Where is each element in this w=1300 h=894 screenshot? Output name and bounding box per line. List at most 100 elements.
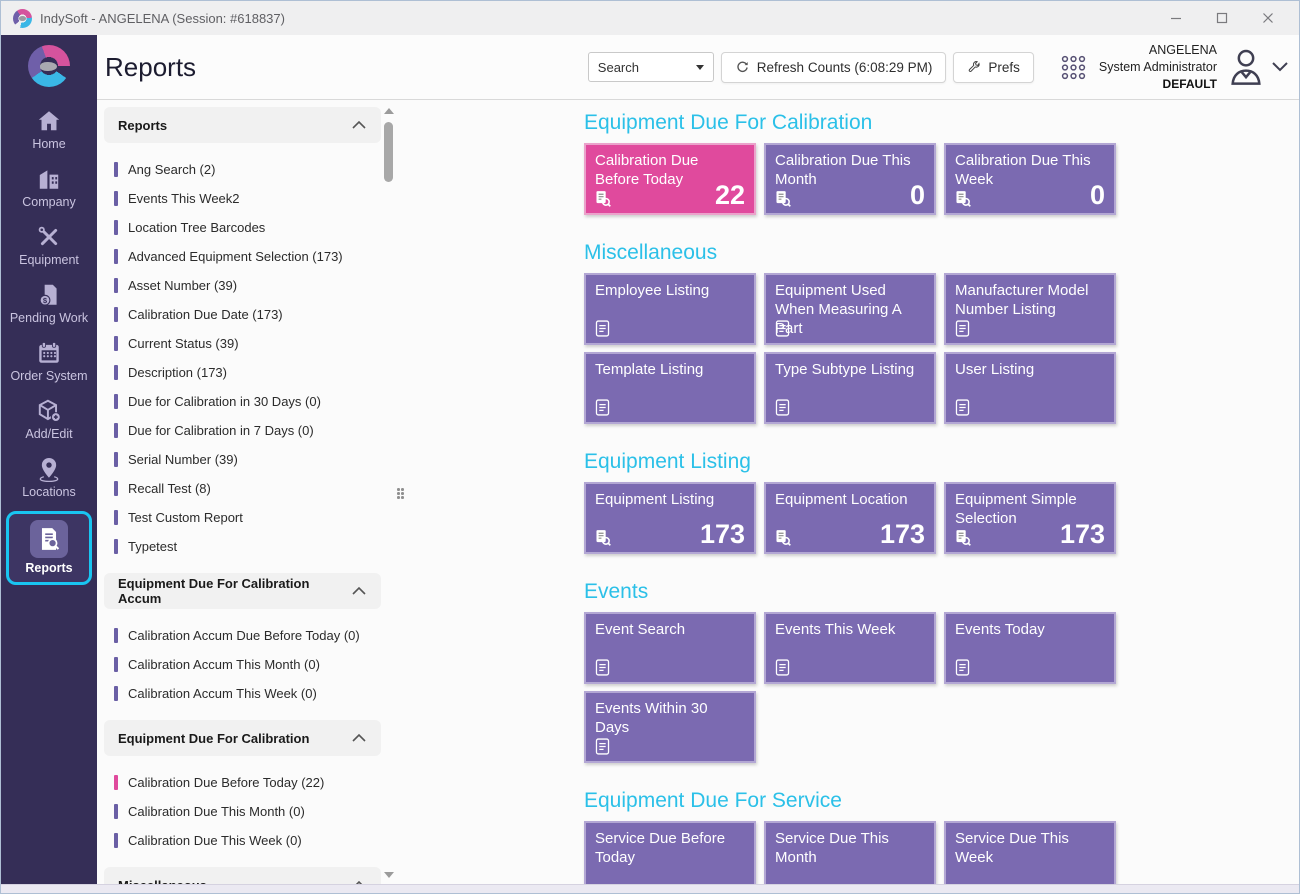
sidebar-item-reports[interactable]: Reports [6,511,92,585]
report-list-item[interactable]: Location Tree Barcodes [114,213,381,242]
tile-label: User Listing [955,361,1105,380]
report-tile[interactable]: Calibration Due This Week 0 [944,143,1116,215]
report-tile[interactable]: Calibration Due This Month 0 [764,143,936,215]
report-search-icon [954,190,971,207]
sidebar-item-home[interactable]: Home [1,101,97,159]
document-icon [774,399,791,416]
report-list-item[interactable]: Calibration Due This Month (0) [114,797,381,826]
scroll-down-arrow[interactable] [384,872,394,878]
report-tile[interactable]: Events Today [944,612,1116,684]
report-tile[interactable]: Service Due This Month [764,821,936,884]
tile-grid: Equipment Listing 173 Equipment Location… [584,482,1116,554]
user-menu-chevron-icon[interactable] [1271,61,1289,73]
report-item-label: Calibration Accum This Week (0) [128,686,317,701]
report-list-item[interactable]: Typetest [114,532,381,561]
report-list-item[interactable]: Current Status (39) [114,329,381,358]
maximize-button[interactable] [1199,3,1245,33]
report-list-item[interactable]: Recall Test (8) [114,474,381,503]
report-list-item[interactable]: Calibration Due Date (173) [114,300,381,329]
report-list-item[interactable]: Advanced Equipment Selection (173) [114,242,381,271]
report-tile[interactable]: Equipment Location 173 [764,482,936,554]
tile-section-heading: Equipment Listing [584,450,1299,474]
report-item-accent-bar [114,365,118,380]
report-list-item[interactable]: Serial Number (39) [114,445,381,474]
report-item-label: Advanced Equipment Selection (173) [128,249,343,264]
report-tile[interactable]: User Listing [944,352,1116,424]
tile-count: 173 [1060,521,1105,548]
window-title: IndySoft - ANGELENA (Session: #618837) [40,11,285,26]
report-list-item[interactable]: Due for Calibration in 7 Days (0) [114,416,381,445]
report-list-item[interactable]: Events This Week2 [114,184,381,213]
report-item-label: Calibration Due This Month (0) [128,804,305,819]
report-list-item[interactable]: Asset Number (39) [114,271,381,300]
sidebar-logo [1,35,97,97]
tile-label: Service Due This Month [775,830,925,868]
report-list-item[interactable]: Calibration Accum This Week (0) [114,679,381,708]
report-list-item[interactable]: Calibration Due This Week (0) [114,826,381,855]
tile-label: Events This Week [775,621,925,640]
sidebar-item-locations[interactable]: Locations [1,449,97,507]
report-section-header[interactable]: Equipment Due For Calibration Accum [104,573,381,609]
report-list-item[interactable]: Due for Calibration in 30 Days (0) [114,387,381,416]
sidebar-item-add-edit[interactable]: Add/Edit [1,391,97,449]
report-list-item[interactable]: Calibration Accum Due Before Today (0) [114,621,381,650]
document-icon [954,320,971,337]
report-list-item[interactable]: Description (173) [114,358,381,387]
scroll-thumb[interactable] [384,122,393,182]
report-tile[interactable]: Manufacturer Model Number Listing [944,273,1116,345]
user-profile: DEFAULT [1099,76,1217,92]
panel-splitter-handle[interactable] [397,488,411,504]
tile-label: Calibration Due This Month [775,152,925,190]
tile-label: Equipment Location [775,491,925,510]
report-list-item[interactable]: Calibration Due Before Today (22) [114,768,381,797]
report-section-header[interactable]: Miscellaneous [104,867,381,884]
sidebar-item-pending-work[interactable]: $ Pending Work [1,275,97,333]
report-item-accent-bar [114,162,118,177]
report-tile[interactable]: Event Search [584,612,756,684]
scroll-up-arrow[interactable] [384,108,394,114]
report-tile[interactable]: Service Due Before Today [584,821,756,884]
refresh-counts-button[interactable]: Refresh Counts (6:08:29 PM) [721,52,947,83]
report-section-header[interactable]: Reports [104,107,381,143]
report-tile[interactable]: Service Due This Week [944,821,1116,884]
report-section-header[interactable]: Equipment Due For Calibration [104,720,381,756]
chevron-up-icon [351,880,367,884]
locations-icon [36,456,62,482]
minimize-button[interactable] [1153,3,1199,33]
refresh-counts-label: Refresh Counts (6:08:29 PM) [757,60,933,75]
report-tile[interactable]: Equipment Listing 173 [584,482,756,554]
prefs-label: Prefs [988,60,1020,75]
report-list-item[interactable]: Test Custom Report [114,503,381,532]
user-role: System Administrator [1099,59,1217,76]
sidebar: Home Company Equipment $ Pending Work Or… [1,35,97,884]
add-edit-icon [36,398,62,424]
order-system-icon [36,340,62,366]
app-grid-icon[interactable] [1060,54,1087,81]
indysoft-logo-icon [28,45,70,87]
report-tile[interactable]: Template Listing [584,352,756,424]
report-tile[interactable]: Calibration Due Before Today 22 [584,143,756,215]
report-tile[interactable]: Type Subtype Listing [764,352,936,424]
user-avatar-icon[interactable] [1226,46,1266,88]
report-tile[interactable]: Employee Listing [584,273,756,345]
prefs-button[interactable]: Prefs [953,52,1034,83]
tile-section-heading: Events [584,580,1299,604]
report-list-item[interactable]: Ang Search (2) [114,155,381,184]
report-tile[interactable]: Equipment Simple Selection 173 [944,482,1116,554]
tile-grid: Event Search Events This Week Events Tod… [584,612,1116,763]
search-dropdown-value: Search [598,60,639,75]
report-tile[interactable]: Events Within 30 Days [584,691,756,763]
page-title: Reports [105,52,196,83]
sidebar-item-equipment[interactable]: Equipment [1,217,97,275]
search-dropdown[interactable]: Search [588,52,714,82]
report-item-accent-bar [114,628,118,643]
report-tile[interactable]: Equipment Used When Measuring A Part [764,273,936,345]
tile-label: Events Within 30 Days [595,700,745,738]
sidebar-item-company[interactable]: Company [1,159,97,217]
report-tile[interactable]: Events This Week [764,612,936,684]
sidebar-item-order-system[interactable]: Order System [1,333,97,391]
reports-icon [30,520,68,558]
close-button[interactable] [1245,3,1291,33]
report-list-item[interactable]: Calibration Accum This Month (0) [114,650,381,679]
tile-section: Miscellaneous Employee Listing Equipment… [584,241,1299,424]
